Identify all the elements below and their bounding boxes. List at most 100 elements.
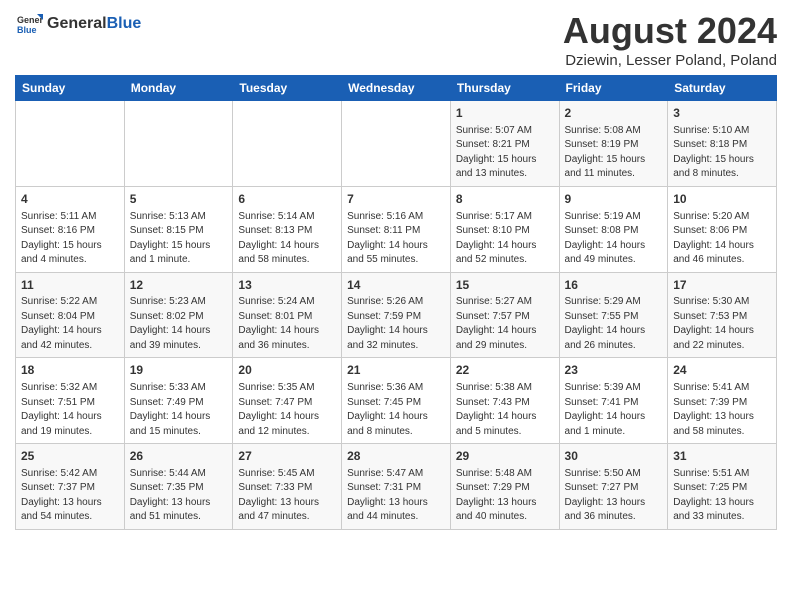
calendar-cell: 30 Sunrise: 5:50 AM Sunset: 7:27 PM Dayli…	[559, 444, 668, 530]
day-number: 22	[456, 362, 554, 379]
day-info: Sunrise: 5:35 AM Sunset: 7:47 PM Dayligh…	[238, 381, 336, 439]
day-info: Sunrise: 5:39 AM Sunset: 7:41 PM Dayligh…	[565, 381, 663, 439]
day-number: 8	[456, 191, 554, 208]
day-number: 16	[565, 277, 663, 294]
calendar-cell: 28Sunrise: 5:47 AM Sunset: 7:31 PM Dayli…	[342, 444, 451, 530]
header-cell-monday: Monday	[124, 76, 233, 101]
day-info: Sunrise: 5:36 AM Sunset: 7:45 PM Dayligh…	[347, 381, 445, 439]
calendar-cell	[16, 101, 125, 187]
day-number: 23	[565, 362, 663, 379]
day-info: Sunrise: 5:14 AM Sunset: 8:13 PM Dayligh…	[238, 210, 336, 268]
calendar-cell: 8Sunrise: 5:17 AM Sunset: 8:10 PM Daylig…	[450, 186, 559, 272]
calendar-body: 1 Sunrise: 5:07 AM Sunset: 8:21 PM Daylig…	[16, 101, 777, 530]
header-row: SundayMondayTuesdayWednesdayThursdayFrid…	[16, 76, 777, 101]
calendar-cell: 24Sunrise: 5:41 AM Sunset: 7:39 PM Dayli…	[668, 358, 777, 444]
day-info: Sunrise: 5:08 AM Sunset: 8:19 PM Dayligh…	[565, 124, 663, 182]
logo-text: GeneralBlue	[47, 15, 141, 33]
day-number: 29	[456, 448, 554, 465]
day-info: Sunrise: 5:45 AM Sunset: 7:33 PM Dayligh…	[238, 467, 336, 525]
day-number: 30	[565, 448, 663, 465]
calendar-cell: 26Sunrise: 5:44 AM Sunset: 7:35 PM Dayli…	[124, 444, 233, 530]
calendar-cell: 23 Sunrise: 5:39 AM Sunset: 7:41 PM Dayli…	[559, 358, 668, 444]
day-info: Sunrise: 5:33 AM Sunset: 7:49 PM Dayligh…	[130, 381, 228, 439]
day-number: 13	[238, 277, 336, 294]
header-cell-saturday: Saturday	[668, 76, 777, 101]
day-number: 24	[673, 362, 771, 379]
day-number: 25	[21, 448, 119, 465]
calendar-cell: 13Sunrise: 5:24 AM Sunset: 8:01 PM Dayli…	[233, 272, 342, 358]
svg-text:Blue: Blue	[17, 25, 37, 35]
header-cell-thursday: Thursday	[450, 76, 559, 101]
day-info: Sunrise: 5:11 AM Sunset: 8:16 PM Dayligh…	[21, 210, 119, 268]
logo: General Blue GeneralBlue	[15, 10, 141, 38]
header: General Blue GeneralBlue August 2024 Dzi…	[15, 10, 777, 69]
day-info: Sunrise: 5:32 AM Sunset: 7:51 PM Dayligh…	[21, 381, 119, 439]
day-number: 20	[238, 362, 336, 379]
day-number: 18	[21, 362, 119, 379]
day-number: 1	[456, 105, 554, 122]
day-number: 10	[673, 191, 771, 208]
calendar-cell: 19 Sunrise: 5:33 AM Sunset: 7:49 PM Dayli…	[124, 358, 233, 444]
day-number: 21	[347, 362, 445, 379]
calendar-cell	[342, 101, 451, 187]
day-number: 7	[347, 191, 445, 208]
day-info: Sunrise: 5:38 AM Sunset: 7:43 PM Dayligh…	[456, 381, 554, 439]
calendar-cell: 18 Sunrise: 5:32 AM Sunset: 7:51 PM Dayli…	[16, 358, 125, 444]
calendar-cell: 29 Sunrise: 5:48 AM Sunset: 7:29 PM Dayli…	[450, 444, 559, 530]
day-info: Sunrise: 5:30 AM Sunset: 7:53 PM Dayligh…	[673, 295, 771, 353]
calendar-table: SundayMondayTuesdayWednesdayThursdayFrid…	[15, 75, 777, 530]
day-info: Sunrise: 5:19 AM Sunset: 8:08 PM Dayligh…	[565, 210, 663, 268]
day-info: Sunrise: 5:50 AM Sunset: 7:27 PM Dayligh…	[565, 467, 663, 525]
day-info: Sunrise: 5:24 AM Sunset: 8:01 PM Dayligh…	[238, 295, 336, 353]
calendar-cell: 2 Sunrise: 5:08 AM Sunset: 8:19 PM Daylig…	[559, 101, 668, 187]
header-cell-sunday: Sunday	[16, 76, 125, 101]
day-number: 28	[347, 448, 445, 465]
day-number: 9	[565, 191, 663, 208]
header-cell-wednesday: Wednesday	[342, 76, 451, 101]
calendar-cell: 4 Sunrise: 5:11 AM Sunset: 8:16 PM Daylig…	[16, 186, 125, 272]
week-row-2: 4 Sunrise: 5:11 AM Sunset: 8:16 PM Daylig…	[16, 186, 777, 272]
day-number: 15	[456, 277, 554, 294]
day-number: 11	[21, 277, 119, 294]
calendar-cell: 22 Sunrise: 5:38 AM Sunset: 7:43 PM Dayli…	[450, 358, 559, 444]
day-number: 3	[673, 105, 771, 122]
header-cell-friday: Friday	[559, 76, 668, 101]
calendar-cell: 31Sunrise: 5:51 AM Sunset: 7:25 PM Dayli…	[668, 444, 777, 530]
day-info: Sunrise: 5:48 AM Sunset: 7:29 PM Dayligh…	[456, 467, 554, 525]
calendar-cell: 25 Sunrise: 5:42 AM Sunset: 7:37 PM Dayli…	[16, 444, 125, 530]
calendar-cell: 1 Sunrise: 5:07 AM Sunset: 8:21 PM Daylig…	[450, 101, 559, 187]
calendar-cell: 16Sunrise: 5:29 AM Sunset: 7:55 PM Dayli…	[559, 272, 668, 358]
day-number: 2	[565, 105, 663, 122]
day-number: 17	[673, 277, 771, 294]
day-info: Sunrise: 5:07 AM Sunset: 8:21 PM Dayligh…	[456, 124, 554, 182]
day-info: Sunrise: 5:51 AM Sunset: 7:25 PM Dayligh…	[673, 467, 771, 525]
day-info: Sunrise: 5:42 AM Sunset: 7:37 PM Dayligh…	[21, 467, 119, 525]
day-number: 14	[347, 277, 445, 294]
calendar-cell: 15Sunrise: 5:27 AM Sunset: 7:57 PM Dayli…	[450, 272, 559, 358]
header-cell-tuesday: Tuesday	[233, 76, 342, 101]
week-row-1: 1 Sunrise: 5:07 AM Sunset: 8:21 PM Daylig…	[16, 101, 777, 187]
calendar-cell	[124, 101, 233, 187]
svg-text:General: General	[17, 15, 43, 25]
day-info: Sunrise: 5:22 AM Sunset: 8:04 PM Dayligh…	[21, 295, 119, 353]
calendar-cell: 14Sunrise: 5:26 AM Sunset: 7:59 PM Dayli…	[342, 272, 451, 358]
day-info: Sunrise: 5:20 AM Sunset: 8:06 PM Dayligh…	[673, 210, 771, 268]
title-area: August 2024 Dziewin, Lesser Poland, Pola…	[563, 10, 777, 69]
day-number: 19	[130, 362, 228, 379]
day-number: 26	[130, 448, 228, 465]
day-number: 12	[130, 277, 228, 294]
calendar-cell: 5Sunrise: 5:13 AM Sunset: 8:15 PM Daylig…	[124, 186, 233, 272]
calendar-cell: 27Sunrise: 5:45 AM Sunset: 7:33 PM Dayli…	[233, 444, 342, 530]
day-info: Sunrise: 5:23 AM Sunset: 8:02 PM Dayligh…	[130, 295, 228, 353]
day-info: Sunrise: 5:29 AM Sunset: 7:55 PM Dayligh…	[565, 295, 663, 353]
calendar-cell: 9 Sunrise: 5:19 AM Sunset: 8:08 PM Daylig…	[559, 186, 668, 272]
calendar-cell: 11Sunrise: 5:22 AM Sunset: 8:04 PM Dayli…	[16, 272, 125, 358]
logo-general: General	[47, 15, 107, 32]
day-info: Sunrise: 5:10 AM Sunset: 8:18 PM Dayligh…	[673, 124, 771, 182]
calendar-cell: 20 Sunrise: 5:35 AM Sunset: 7:47 PM Dayli…	[233, 358, 342, 444]
calendar-cell	[233, 101, 342, 187]
calendar-cell: 12Sunrise: 5:23 AM Sunset: 8:02 PM Dayli…	[124, 272, 233, 358]
day-number: 4	[21, 191, 119, 208]
location-title: Dziewin, Lesser Poland, Poland	[563, 52, 777, 69]
calendar-cell: 10 Sunrise: 5:20 AM Sunset: 8:06 PM Dayli…	[668, 186, 777, 272]
